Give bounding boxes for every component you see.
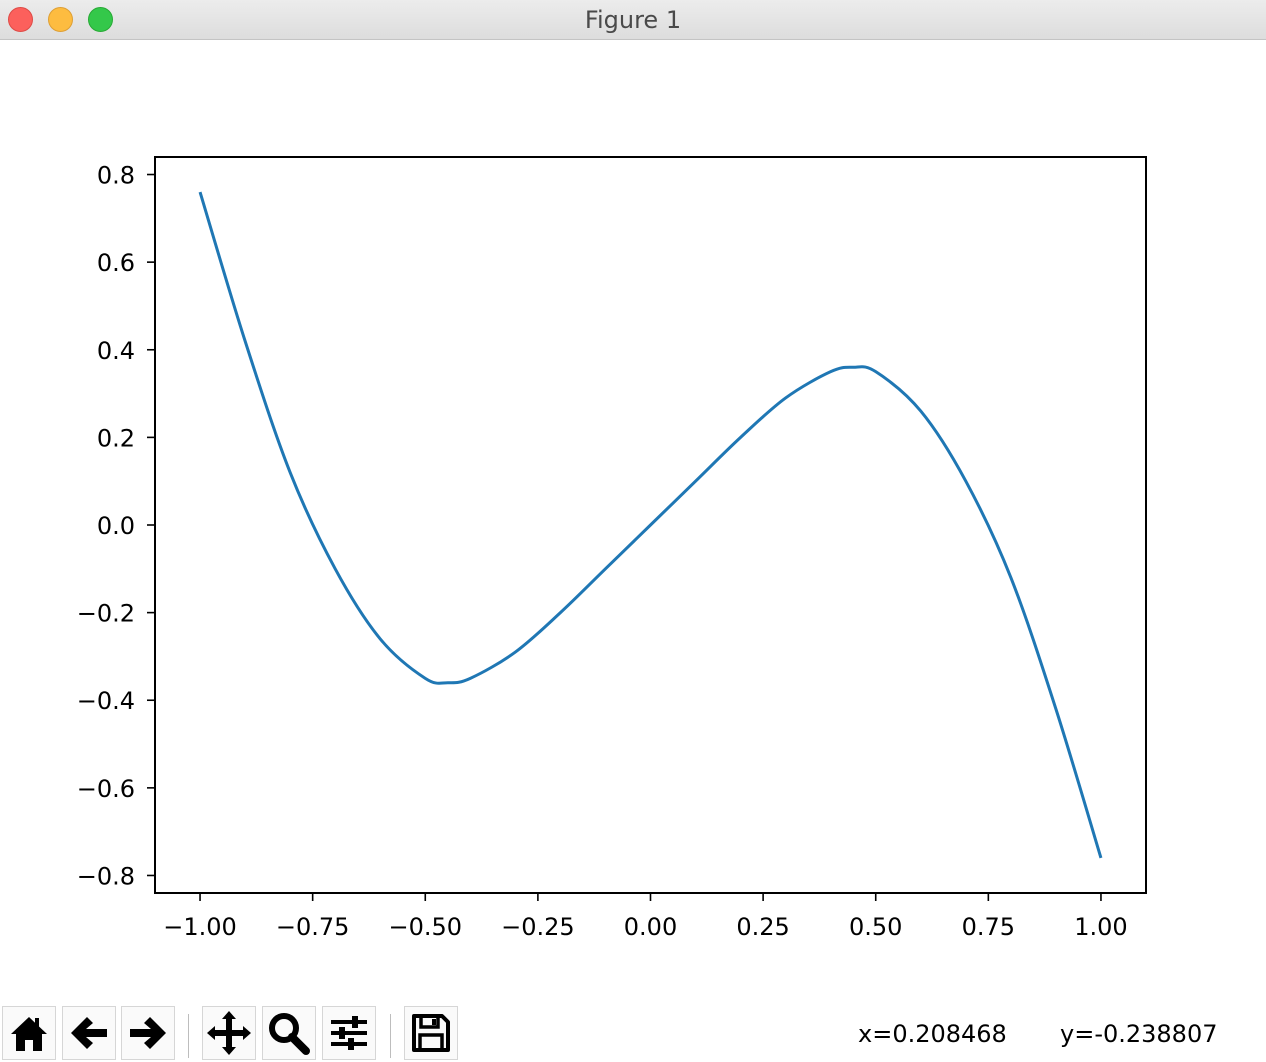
pan-icon: [207, 1011, 251, 1055]
save-button[interactable]: [404, 1006, 458, 1060]
y-tick-label: −0.4: [77, 687, 135, 715]
y-tick-label: 0.6: [97, 249, 135, 277]
x-tick-label: 1.00: [1074, 913, 1127, 941]
x-tick-label: −0.25: [501, 913, 575, 941]
y-tick-label: 0.0: [97, 512, 135, 540]
zoom-icon: [269, 1013, 310, 1055]
pan-button[interactable]: [202, 1006, 256, 1060]
x-tick-label: 0.75: [962, 913, 1015, 941]
series-layer: [198, 191, 1103, 859]
x-tick-label: 0.00: [624, 913, 677, 941]
configure-subplots-button[interactable]: [322, 1006, 376, 1060]
subplots-icon: [331, 1016, 367, 1050]
x-tick-label: 0.25: [736, 913, 789, 941]
x-tick-label: −0.75: [276, 913, 350, 941]
zoom-button[interactable]: [262, 1006, 316, 1060]
title-bar: Figure 1: [0, 0, 1266, 40]
forward-button[interactable]: [121, 1006, 175, 1060]
x-tick-label: −1.00: [163, 913, 237, 941]
cursor-x-readout: x=0.208468: [858, 1020, 1007, 1048]
back-arrow-icon: [71, 1017, 107, 1049]
x-tick-label: −0.50: [388, 913, 462, 941]
ticks: −1.00 −0.75 −0.50 −0.25 0.00 0.25 0.50 0.75 1.00…: [77, 162, 1128, 941]
toolbar-separator: [390, 1014, 391, 1058]
figure-window: Figure 1 −1.00 −0.75 −0.50 −0.25 0.00 0.25 0.5…: [0, 0, 1266, 1062]
save-icon: [412, 1014, 450, 1052]
y-tick-label: −0.8: [77, 862, 135, 890]
y-tick-label: 0.2: [97, 424, 135, 452]
plot-svg[interactable]: −1.00 −0.75 −0.50 −0.25 0.00 0.25 0.50 0.75 1.00…: [0, 40, 1266, 1002]
figure-canvas[interactable]: −1.00 −0.75 −0.50 −0.25 0.00 0.25 0.50 0.75 1.00…: [0, 40, 1266, 1002]
back-button[interactable]: [62, 1006, 116, 1060]
y-tick-label: 0.4: [97, 337, 135, 365]
y-tick-label: −0.2: [77, 600, 135, 628]
x-tick-label: 0.50: [849, 913, 902, 941]
home-button[interactable]: [2, 1006, 56, 1060]
y-tick-label: −0.6: [77, 775, 135, 803]
series-line: [198, 191, 1103, 859]
home-icon: [11, 1017, 47, 1051]
forward-arrow-icon: [130, 1017, 166, 1049]
toolbar-separator: [188, 1014, 189, 1058]
cursor-y-readout: y=-0.238807: [1060, 1020, 1218, 1048]
y-tick-label: 0.8: [97, 162, 135, 190]
window-title: Figure 1: [584, 6, 682, 34]
